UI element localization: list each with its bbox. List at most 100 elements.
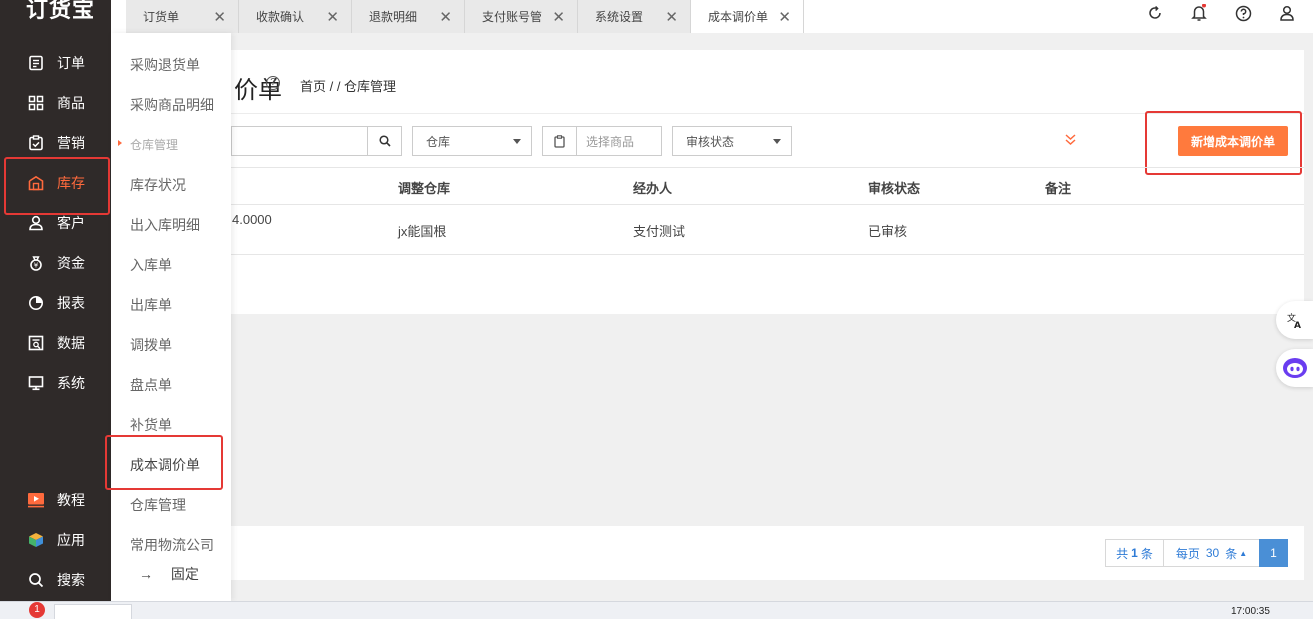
sidebar-item-label: 订单: [57, 55, 85, 71]
column-header-status: 审核状态: [868, 181, 921, 196]
taskbar-app-button[interactable]: [54, 604, 132, 619]
svg-text:¥: ¥: [34, 262, 39, 270]
submenu-item-inout-detail[interactable]: 出入库明细: [130, 215, 200, 235]
sidebar-item-reports[interactable]: 报表: [0, 283, 111, 323]
sidebar-item-label: 报表: [57, 295, 85, 311]
page-1-button[interactable]: 1: [1259, 539, 1288, 567]
table-top-border: [231, 167, 1304, 168]
sidebar-item-orders[interactable]: 订单: [0, 43, 111, 83]
sidebar-item-label: 教程: [57, 492, 85, 508]
table-header-border: [231, 204, 1304, 205]
sidebar-item-label: 资金: [57, 255, 85, 271]
sidebar-item-system[interactable]: 系统: [0, 363, 111, 403]
page-size-select[interactable]: 每页 30 条 ▲: [1163, 539, 1260, 567]
close-icon[interactable]: ✕: [213, 8, 226, 26]
submenu-group-warehouse: 仓库管理: [117, 138, 179, 152]
submenu-item-purchase-detail[interactable]: 采购商品明细: [130, 95, 214, 115]
tab-refund-detail[interactable]: 退款明细 ✕: [352, 0, 465, 33]
sidebar-item-label: 营销: [57, 135, 85, 151]
table-row-border: [231, 254, 1304, 255]
expand-filters-icon[interactable]: [1064, 133, 1077, 150]
total-suffix: 条: [1140, 546, 1153, 561]
audit-status-value: 审核状态: [686, 134, 735, 149]
sidebar-item-search[interactable]: 搜索: [0, 560, 111, 600]
tab-cost-adjustment[interactable]: 成本调价单 ✕: [691, 0, 804, 33]
close-icon[interactable]: ✕: [439, 8, 452, 26]
sidebar-item-data[interactable]: 数据: [0, 323, 111, 363]
caret-up-icon: ▲: [1239, 548, 1248, 558]
warehouse-select[interactable]: 仓库: [412, 126, 532, 156]
tab-payment-account[interactable]: 支付账号管 ✕: [465, 0, 578, 33]
tab-label: 退款明细: [369, 10, 418, 24]
notification-badge: 1: [29, 602, 45, 618]
sidebar-item-label: 商品: [57, 95, 85, 111]
warehouse-select-value: 仓库: [426, 134, 451, 149]
highlight-box-inventory: [4, 157, 110, 215]
product-picker[interactable]: 选择商品: [542, 126, 662, 156]
submenu-item-warehouse-manage[interactable]: 仓库管理: [130, 495, 186, 515]
clipboard-icon[interactable]: [543, 127, 577, 155]
sidebar-item-products[interactable]: 商品: [0, 83, 111, 123]
account-icon[interactable]: [1277, 3, 1297, 23]
breadcrumb[interactable]: 首页 / / 仓库管理: [300, 76, 396, 95]
bell-icon[interactable]: [1189, 3, 1209, 23]
submenu-pin-label: 固定: [170, 566, 199, 582]
app-logo[interactable]: 订货宝: [26, 0, 95, 24]
order-icon: [27, 54, 45, 72]
tab-label: 收款确认: [256, 10, 305, 24]
chevron-down-icon: [773, 139, 781, 144]
page-help-icon[interactable]: ?: [266, 76, 280, 90]
close-icon[interactable]: ✕: [552, 8, 565, 26]
total-value: 1: [1131, 546, 1138, 560]
submenu-item-transfer[interactable]: 调拨单: [130, 335, 172, 355]
search-icon[interactable]: [367, 127, 401, 155]
submenu-item-purchase-return[interactable]: 采购退货单: [130, 55, 200, 75]
sidebar-item-funds[interactable]: ¥ 资金: [0, 243, 111, 283]
user-icon: [27, 214, 45, 232]
submenu-item-stock-status[interactable]: 库存状况: [130, 175, 186, 195]
sidebar-item-tutorial[interactable]: 教程: [0, 480, 111, 520]
pie-chart-icon: [27, 294, 45, 312]
search-input[interactable]: [231, 126, 402, 156]
per-page-suffix: 条: [1225, 546, 1238, 561]
per-page-prefix: 每页: [1175, 546, 1200, 561]
assistant-icon[interactable]: [1276, 349, 1313, 387]
column-header-handler: 经办人: [633, 181, 673, 196]
divider: [231, 113, 1304, 114]
column-header-remark: 备注: [1045, 181, 1072, 196]
tab-label: 订货单: [143, 10, 180, 24]
submenu-item-outbound[interactable]: 出库单: [130, 295, 172, 315]
grid-icon: [27, 94, 45, 112]
translate-icon[interactable]: 文A: [1276, 301, 1313, 339]
submenu-item-stocktake[interactable]: 盘点单: [130, 375, 172, 395]
submenu-item-replenish[interactable]: 补货单: [130, 415, 172, 435]
total-prefix: 共: [1116, 546, 1129, 561]
submenu-item-inbound[interactable]: 入库单: [130, 255, 172, 275]
clipboard-icon: [27, 134, 45, 152]
os-taskbar: 1 17:00:35: [0, 601, 1313, 619]
cube-icon: [27, 531, 45, 549]
highlight-box-cost-adjustment: [105, 435, 223, 490]
sidebar-item-label: 系统: [57, 375, 85, 391]
search-icon: [27, 571, 45, 589]
row-amount: 4.0000: [232, 212, 272, 227]
play-icon: [27, 491, 45, 509]
audit-status-select[interactable]: 审核状态: [672, 126, 792, 156]
row-warehouse: jx能国根: [398, 224, 447, 239]
tab-label: 系统设置: [595, 10, 644, 24]
close-icon[interactable]: ✕: [326, 8, 339, 26]
refresh-icon[interactable]: [1145, 3, 1165, 23]
submenu-pin[interactable]: → 固定: [139, 564, 199, 584]
submenu-item-logistics[interactable]: 常用物流公司: [130, 535, 214, 555]
tab-system-settings[interactable]: 系统设置 ✕: [578, 0, 691, 33]
highlight-box-new-button: [1145, 111, 1302, 175]
total-count: 共 1 条: [1105, 539, 1164, 567]
tab-bar: 订货单 ✕ 收款确认 ✕ 退款明细 ✕ 支付账号管 ✕ 系统设置 ✕ 成本调价单…: [111, 0, 1313, 33]
close-icon[interactable]: ✕: [778, 8, 791, 26]
help-icon[interactable]: [1233, 3, 1253, 23]
tab-order[interactable]: 订货单 ✕: [126, 0, 239, 33]
tab-payment-confirm[interactable]: 收款确认 ✕: [239, 0, 352, 33]
close-icon[interactable]: ✕: [665, 8, 678, 26]
money-bag-icon: ¥: [27, 254, 45, 272]
sidebar-item-apps[interactable]: 应用: [0, 520, 111, 560]
